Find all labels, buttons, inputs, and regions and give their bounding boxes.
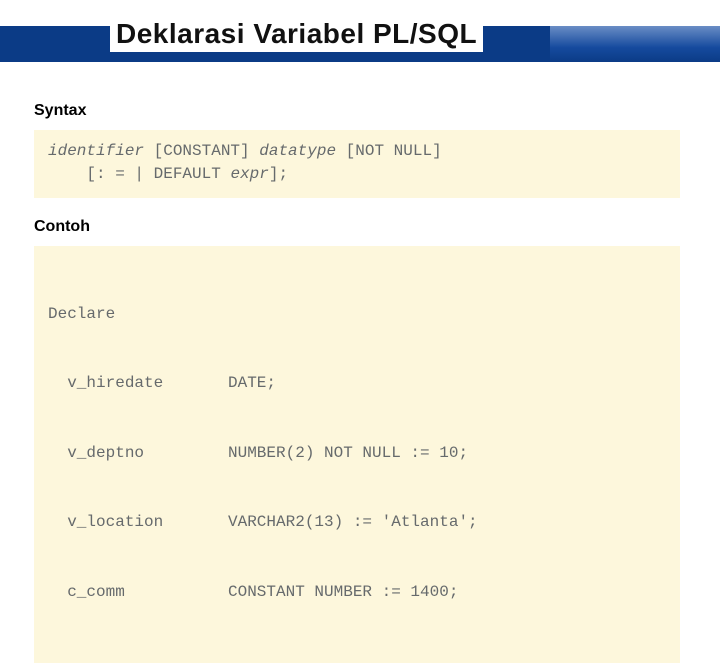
var-name: v_location (48, 511, 228, 534)
syntax-expr: expr (230, 165, 268, 183)
var-name: v_hiredate (48, 372, 228, 395)
example-heading: Contoh (34, 218, 680, 236)
var-def: VARCHAR2(13) := 'Atlanta'; (228, 511, 478, 534)
var-def: CONSTANT NUMBER := 1400; (228, 581, 458, 604)
var-name: c_comm (48, 581, 228, 604)
var-name: v_deptno (48, 442, 228, 465)
page-title: Deklarasi Variabel PL/SQL (110, 18, 483, 52)
syntax-code-block: identifier [CONSTANT] datatype [NOT NULL… (34, 130, 680, 198)
syntax-notnull: [NOT NULL] (336, 142, 442, 160)
declaration-row: v_hiredate DATE; (48, 372, 666, 395)
syntax-default-suffix: ]; (269, 165, 288, 183)
declaration-row: v_deptno NUMBER(2) NOT NULL := 10; (48, 442, 666, 465)
var-def: NUMBER(2) NOT NULL := 10; (228, 442, 468, 465)
syntax-identifier: identifier (48, 142, 144, 160)
syntax-datatype: datatype (259, 142, 336, 160)
syntax-heading: Syntax (34, 102, 680, 120)
slide-content: Syntax identifier [CONSTANT] datatype [N… (0, 68, 720, 663)
syntax-default-prefix: [: = | DEFAULT (48, 165, 230, 183)
var-def: DATE; (228, 372, 276, 395)
syntax-constant: [CONSTANT] (144, 142, 259, 160)
declaration-row: v_location VARCHAR2(13) := 'Atlanta'; (48, 511, 666, 534)
declaration-row: c_comm CONSTANT NUMBER := 1400; (48, 581, 666, 604)
example-code-block: Declare v_hiredate DATE; v_deptno NUMBER… (34, 246, 680, 662)
title-bar: Deklarasi Variabel PL/SQL (0, 0, 720, 68)
declare-keyword: Declare (48, 303, 666, 326)
title-bar-gradient (550, 26, 720, 62)
